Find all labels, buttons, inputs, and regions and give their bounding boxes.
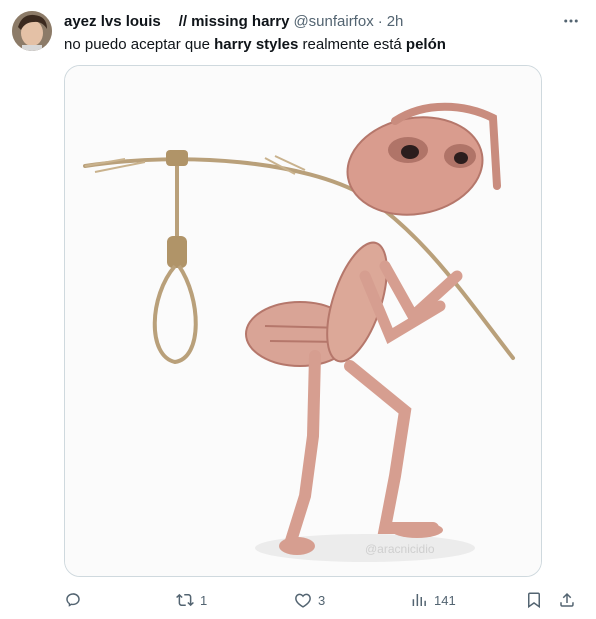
dot-separator: · (377, 12, 383, 30)
text-bold-part: harry styles (214, 36, 299, 53)
action-bar: 1 3 141 (64, 588, 584, 612)
text-bold-part: pelón (405, 36, 446, 53)
views-button[interactable]: 141 (410, 588, 456, 612)
tweet-media[interactable]: @aracnicidio (64, 65, 542, 577)
views-icon (412, 594, 426, 606)
views-count: 141 (434, 592, 456, 608)
tweet-text: no puedo aceptar que harry styles realme… (64, 35, 582, 55)
reply-button[interactable] (64, 588, 88, 612)
ant-with-noose-image: @aracnicidio (65, 66, 541, 576)
share-button[interactable] (558, 588, 576, 612)
text-part: realmente está (298, 36, 406, 53)
retweet-button[interactable]: 1 (176, 588, 207, 612)
heart-icon (295, 593, 311, 608)
display-name[interactable]: ayez lvs louis (64, 13, 161, 30)
tweet[interactable]: ayez lvs louis // missing harry @sunfair… (0, 0, 596, 619)
like-count: 3 (318, 592, 326, 608)
bookmark-button[interactable] (525, 588, 543, 612)
user-handle[interactable]: @sunfairfox (293, 13, 373, 30)
name-separator: // (178, 12, 188, 30)
tweet-header: ayez lvs louis // missing harry @sunfair… (64, 11, 584, 31)
like-button[interactable]: 3 (294, 588, 325, 612)
watermark-text: @aracnicidio (365, 542, 435, 556)
reply-icon (66, 593, 80, 607)
share-icon (560, 592, 574, 607)
retweet-icon (176, 593, 194, 607)
text-part: no puedo aceptar que (64, 36, 215, 53)
avatar[interactable] (12, 11, 52, 51)
bookmark-icon (528, 592, 540, 609)
secondary-name[interactable]: missing harry (191, 13, 289, 30)
retweet-count: 1 (200, 592, 208, 608)
more-icon[interactable] (560, 11, 582, 31)
timestamp[interactable]: 2h (387, 13, 404, 30)
